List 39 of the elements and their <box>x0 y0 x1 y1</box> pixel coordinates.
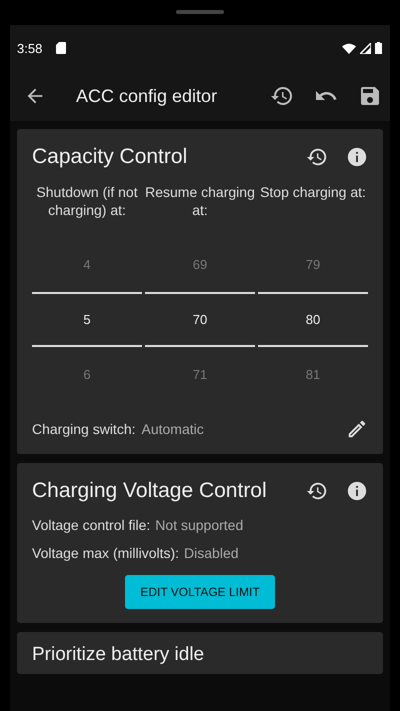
picker-value: 6 <box>82 366 92 384</box>
picker-value: 69 <box>192 256 208 274</box>
picker-label: Stop charging at: <box>259 183 367 202</box>
field-label: Voltage max (millivolts): <box>32 545 180 561</box>
wifi-icon <box>342 42 356 54</box>
info-icon[interactable] <box>346 480 368 502</box>
number-picker[interactable]: 4 5 6 <box>32 237 142 402</box>
field-label: Voltage control file: <box>32 517 150 533</box>
history-icon[interactable] <box>306 146 328 168</box>
save-icon[interactable] <box>358 84 382 108</box>
edit-pencil-icon[interactable] <box>346 418 368 440</box>
picker-value: 5 <box>32 292 142 347</box>
history-icon[interactable] <box>270 84 294 108</box>
number-picker[interactable]: 79 80 81 <box>258 237 368 402</box>
edit-voltage-button[interactable]: EDIT VOLTAGE LIMIT <box>125 575 275 609</box>
field-label: Charging switch: <box>32 421 136 437</box>
battery-icon <box>375 42 382 54</box>
picker-value: 80 <box>258 292 368 347</box>
picker-value: 81 <box>304 366 322 384</box>
number-picker[interactable]: 69 70 71 <box>145 237 255 402</box>
picker-value: 79 <box>304 256 322 274</box>
card-title: Charging Voltage Control <box>32 479 267 503</box>
picker-value: 4 <box>82 256 92 274</box>
toolbar-title: ACC config editor <box>76 86 218 106</box>
speaker-grille <box>176 10 224 14</box>
field-value: Not supported <box>155 517 244 533</box>
info-icon[interactable] <box>346 146 368 168</box>
picker-label: Shutdown (if not charging) at: <box>35 183 139 220</box>
field-value: Disabled <box>184 545 239 561</box>
status-time: 3:58 <box>17 40 42 56</box>
signal-icon <box>360 42 371 54</box>
field-value: Automatic <box>142 421 204 437</box>
card-title: Prioritize battery idle <box>32 644 206 666</box>
picker-value: 71 <box>192 366 208 384</box>
history-icon[interactable] <box>306 480 328 502</box>
card-title: Capacity Control <box>32 145 188 169</box>
picker-label: Resume charging at: <box>145 183 255 220</box>
picker-value: 70 <box>145 292 255 347</box>
sd-card-icon <box>56 42 66 54</box>
